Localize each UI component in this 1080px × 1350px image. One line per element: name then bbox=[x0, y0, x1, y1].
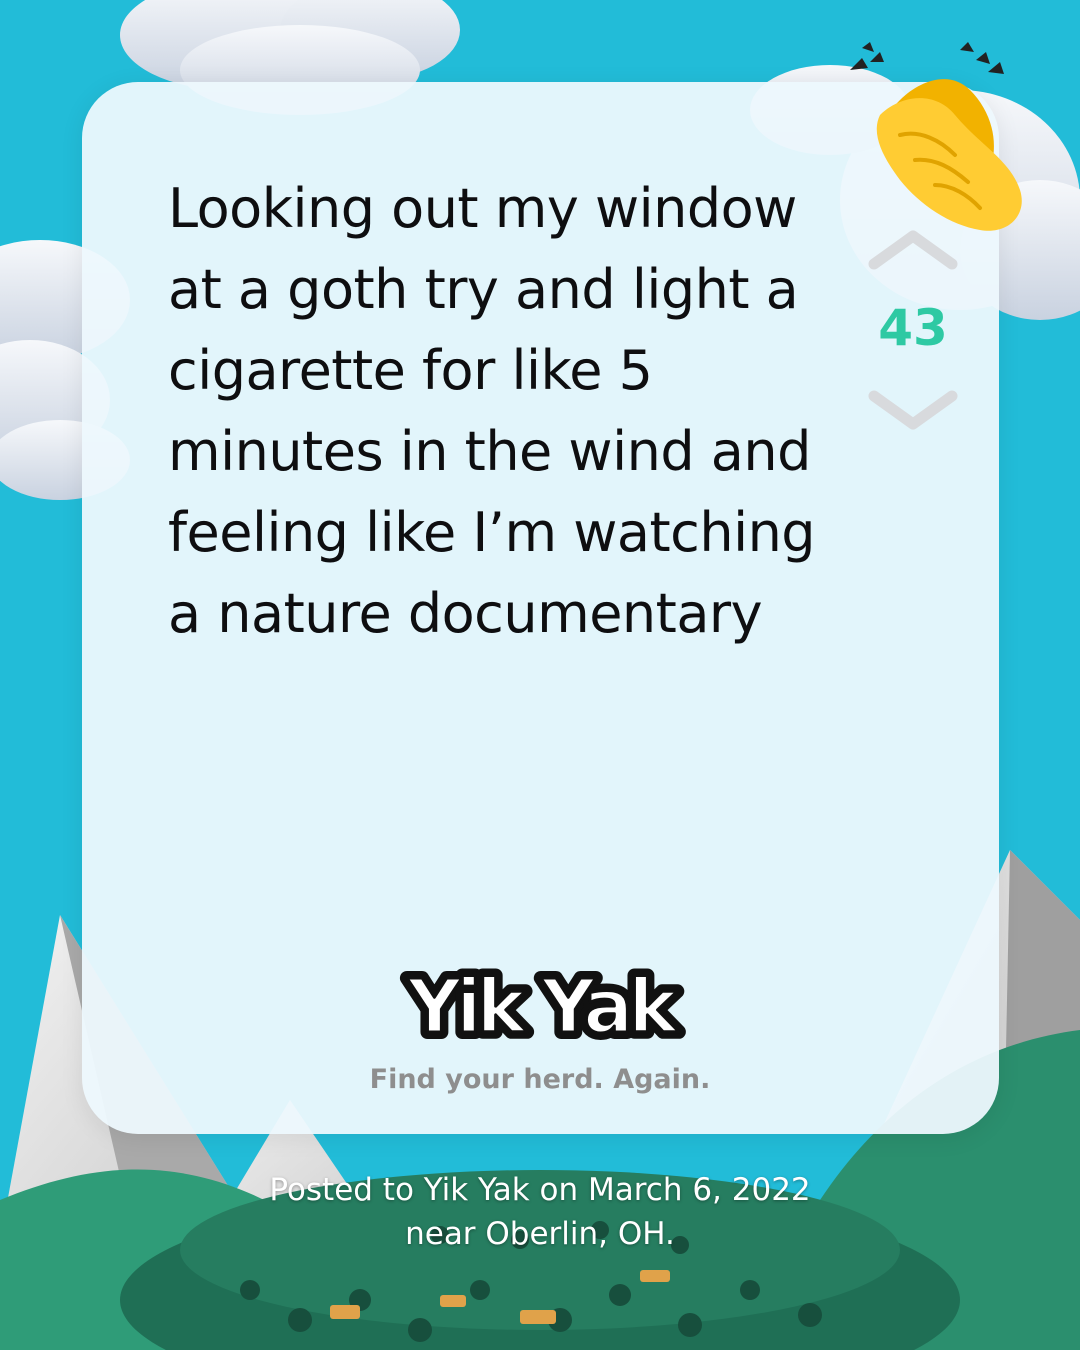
location-line: near Oberlin, OH. bbox=[405, 1216, 675, 1252]
post-footer: Posted to Yik Yak on March 6, 2022 near … bbox=[180, 1168, 900, 1256]
logo-text: Yik Yak bbox=[407, 964, 680, 1050]
posted-date-line: Posted to Yik Yak on March 6, 2022 bbox=[269, 1172, 811, 1208]
yik-yak-logo: Yik Yak Yik Yak bbox=[400, 957, 692, 1057]
downvote-button[interactable] bbox=[866, 388, 960, 434]
clapping-hands-icon bbox=[850, 42, 1022, 231]
chevron-down-icon bbox=[868, 390, 958, 430]
tagline: Find your herd. Again. bbox=[369, 1064, 711, 1095]
vote-count: 43 bbox=[878, 299, 948, 357]
post-text: Looking out my window at a goth try and … bbox=[168, 177, 816, 645]
